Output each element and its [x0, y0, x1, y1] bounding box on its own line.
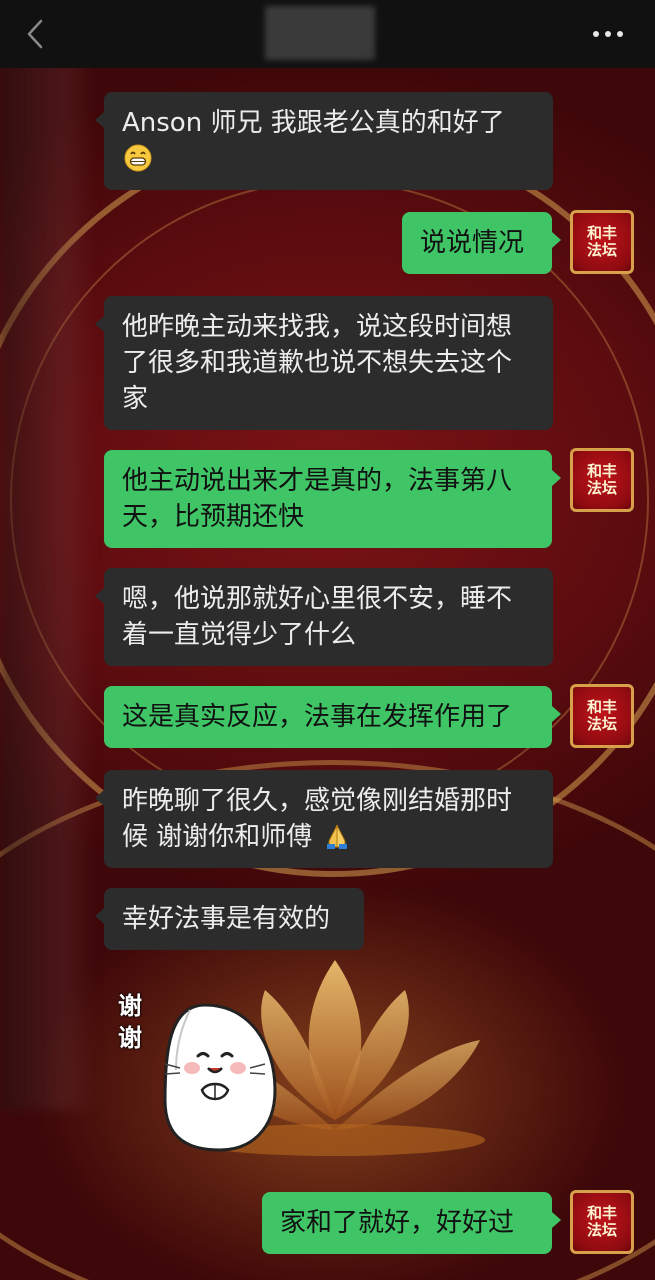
message-bubble-outgoing[interactable]: 这是真实反应，法事在发挥作用了 — [104, 686, 561, 748]
grinning-face-icon — [124, 144, 152, 172]
avatar-label: 法坛 — [586, 715, 617, 733]
more-dots-icon — [605, 31, 611, 37]
avatar-label: 法坛 — [586, 241, 617, 259]
avatar[interactable]: 和丰 法坛 — [570, 210, 634, 274]
message-bubble-incoming[interactable]: 嗯，他说那就好心里很不安，睡不着一直觉得少了什么 — [95, 568, 553, 666]
message-bubble-outgoing[interactable]: 他主动说出来才是真的，法事第八天，比预期还快 — [104, 450, 561, 548]
message-text: 嗯，他说那就好心里很不安，睡不着一直觉得少了什么 — [122, 584, 513, 650]
chat-screen: Anson 师兄 我跟老公真的和好了 说说情况 和丰 法坛 他昨晚主动来找我，说… — [0, 0, 655, 1280]
message-text: 说说情况 — [420, 228, 525, 258]
more-options-button[interactable] — [588, 22, 628, 46]
back-button[interactable] — [20, 16, 50, 52]
seal-thank-you-sticker — [163, 1003, 277, 1152]
message-text: 他主动说出来才是真的，法事第八天，比预期还快 — [122, 466, 513, 532]
message-text: Anson 师兄 我跟老公真的和好了 — [122, 108, 505, 138]
avatar[interactable]: 和丰 法坛 — [570, 684, 634, 748]
contact-name-redacted — [265, 6, 375, 60]
message-bubble-incoming[interactable]: 他昨晚主动来找我，说这段时间想了很多和我道歉也说不想失去这个家 — [95, 296, 553, 430]
chevron-left-icon — [27, 19, 43, 49]
avatar-label: 和丰 — [586, 224, 617, 242]
sticker-message[interactable]: 谢谢 — [110, 990, 290, 1160]
message-bubble-incoming[interactable]: Anson 师兄 我跟老公真的和好了 — [95, 92, 553, 190]
chat-header — [0, 0, 655, 68]
avatar[interactable]: 和丰 法坛 — [570, 448, 634, 512]
message-text: 昨晚聊了很久，感觉像刚结婚那时候 谢谢你和师傅 — [122, 786, 513, 852]
more-dots-icon — [593, 31, 599, 37]
folded-hands-icon — [326, 824, 347, 849]
more-dots-icon — [617, 31, 623, 37]
avatar-label: 法坛 — [586, 1221, 617, 1239]
avatar-label: 法坛 — [586, 479, 617, 497]
message-text: 家和了就好，好好过 — [280, 1208, 515, 1238]
message-text: 他昨晚主动来找我，说这段时间想了很多和我道歉也说不想失去这个家 — [122, 312, 513, 414]
privacy-blur-overlay — [0, 60, 95, 1110]
avatar-label: 和丰 — [586, 462, 617, 480]
message-bubble-incoming[interactable]: 幸好法事是有效的 — [95, 888, 364, 950]
avatar-label: 和丰 — [586, 1204, 617, 1222]
avatar[interactable]: 和丰 法坛 — [570, 1190, 634, 1254]
message-text: 幸好法事是有效的 — [122, 904, 331, 934]
message-bubble-outgoing[interactable]: 说说情况 — [402, 212, 561, 274]
message-text: 这是真实反应，法事在发挥作用了 — [122, 702, 513, 732]
avatar-label: 和丰 — [586, 698, 617, 716]
message-bubble-incoming[interactable]: 昨晚聊了很久，感觉像刚结婚那时候 谢谢你和师傅 — [95, 770, 553, 868]
message-bubble-outgoing[interactable]: 家和了就好，好好过 — [262, 1192, 561, 1254]
